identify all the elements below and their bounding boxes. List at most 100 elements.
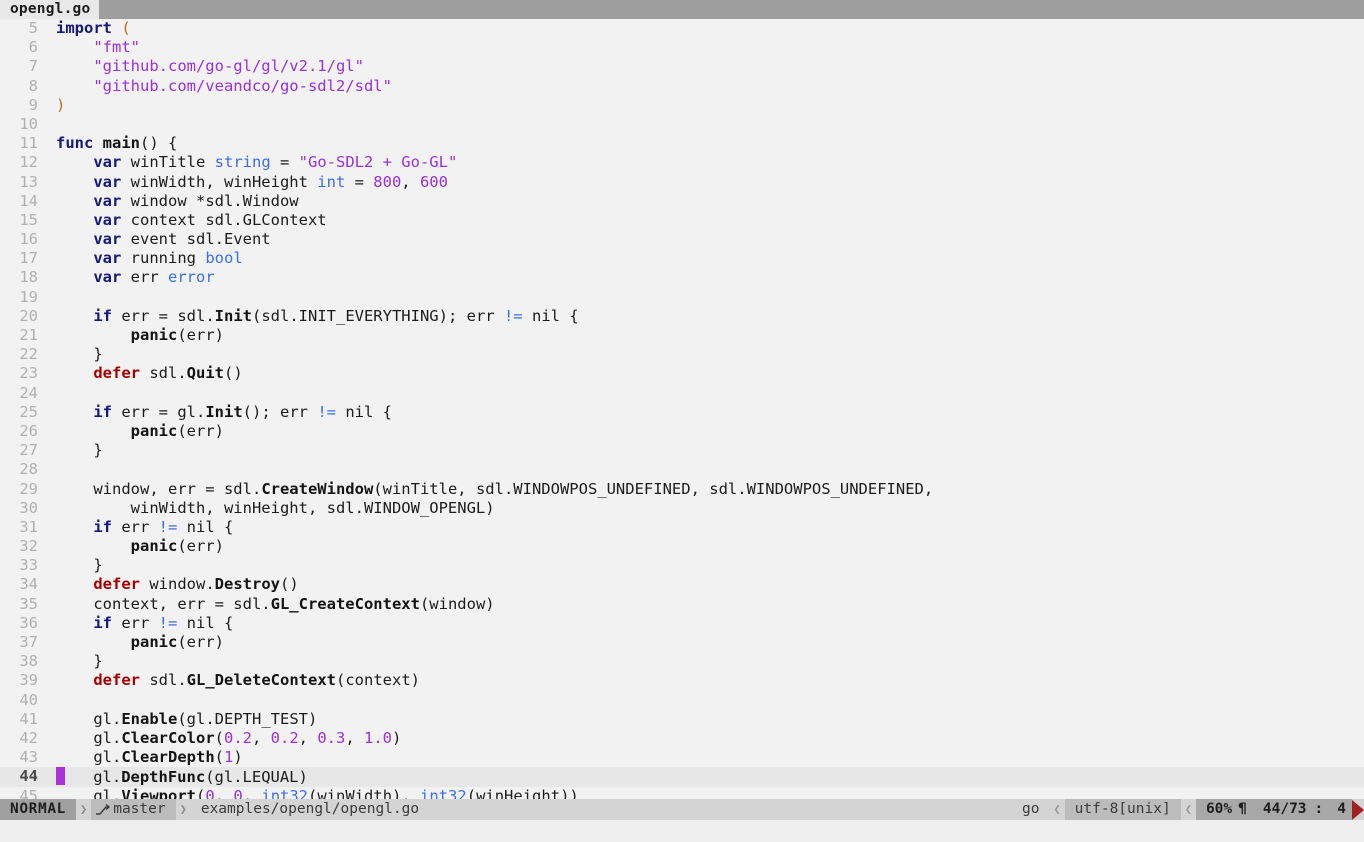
token-kw: var <box>93 172 122 191</box>
command-line[interactable] <box>0 820 1364 842</box>
code-line[interactable]: 33 } <box>0 556 1364 575</box>
code-line[interactable]: 12 var winTitle string = "Go-SDL2 + Go-G… <box>0 153 1364 172</box>
token-par2: ) <box>438 306 448 325</box>
token-pl: winTitle <box>121 153 215 172</box>
token-pl: gl. <box>93 768 122 787</box>
line-number: 38 <box>19 652 38 671</box>
code-line[interactable]: 43 gl.ClearDepth(1) <box>0 748 1364 767</box>
status-separator-2: ❯ <box>179 802 187 816</box>
code-line[interactable]: 24 <box>0 384 1364 403</box>
code-line[interactable]: 25 if err = gl.Init(); err != nil { <box>0 403 1364 422</box>
token-par2: () <box>140 134 159 153</box>
statusline: NORMAL ❯ master ❯ examples/opengl/opengl… <box>0 799 1364 820</box>
token-kw: if <box>93 517 112 536</box>
code-line[interactable]: 45 gl.Viewport(0, 0, int32(winWidth), in… <box>0 787 1364 800</box>
line-content: gl.DepthFunc(gl.LEQUAL) <box>38 767 308 787</box>
code-line[interactable]: 14 var window *sdl.Window <box>0 192 1364 211</box>
code-line[interactable]: 38 } <box>0 652 1364 671</box>
token-str: "fmt" <box>93 38 140 57</box>
token-num: 1.0 <box>364 728 393 747</box>
token-num: 0 <box>205 786 215 800</box>
line-content: if err != nil { <box>38 518 233 537</box>
line-content: var running bool <box>38 249 242 268</box>
code-line[interactable]: 28 <box>0 460 1364 479</box>
code-line[interactable]: 8 "github.com/veandco/go-sdl2/sdl" <box>0 77 1364 96</box>
code-line[interactable]: 17 var running bool <box>0 249 1364 268</box>
code-line[interactable]: 37 panic(err) <box>0 633 1364 652</box>
code-line[interactable]: 42 gl.ClearColor(0.2, 0.2, 0.3, 1.0) <box>0 729 1364 748</box>
code-line[interactable]: 26 panic(err) <box>0 422 1364 441</box>
code-line[interactable]: 34 defer window.Destroy() <box>0 575 1364 594</box>
code-line[interactable]: 36 if err != nil { <box>0 614 1364 633</box>
status-git-branch[interactable]: master <box>91 799 176 820</box>
token-pl: } <box>56 652 103 671</box>
line-content: panic(err) <box>38 326 224 345</box>
token-par2: ) <box>392 786 402 800</box>
token-par2: ) <box>233 748 243 767</box>
code-line[interactable]: 44 gl.DepthFunc(gl.LEQUAL) <box>0 767 1364 787</box>
code-line[interactable]: 20 if err = sdl.Init(sdl.INIT_EVERYTHING… <box>0 307 1364 326</box>
editor-buffer[interactable]: 5 import (6 "fmt" 7 "github.com/go-gl/gl/v… <box>0 19 1364 799</box>
code-line[interactable]: 16 var event sdl.Event <box>0 230 1364 249</box>
token-pl: = <box>345 172 374 191</box>
tabline-filler <box>99 0 1364 19</box>
code-line[interactable]: 29 window, err = sdl.CreateWindow(winTit… <box>0 480 1364 499</box>
code-line[interactable]: 27 } <box>0 441 1364 460</box>
token-num: 600 <box>419 172 448 191</box>
line-number: 29 <box>19 479 38 498</box>
code-line[interactable]: 23 defer sdl.Quit() <box>0 364 1364 383</box>
token-op: != <box>317 402 336 421</box>
code-line[interactable]: 15 var context sdl.GLContext <box>0 211 1364 230</box>
line-number: 31 <box>19 517 38 536</box>
code-line[interactable]: 41 gl.Enable(gl.DEPTH_TEST) <box>0 710 1364 729</box>
code-line[interactable]: 18 var err error <box>0 268 1364 287</box>
tab-opengl-go[interactable]: opengl.go <box>0 0 100 19</box>
line-number: 8 <box>28 76 38 95</box>
token-fn: CreateWindow <box>261 479 374 498</box>
token-pl: } <box>56 345 103 364</box>
token-typ: string <box>214 153 271 172</box>
token-par2: ( <box>177 537 187 556</box>
line-content: window, err = sdl.CreateWindow(winTitle,… <box>38 480 933 499</box>
token-pl: , <box>401 172 420 191</box>
token-pl: sdl. <box>140 671 187 690</box>
code-line[interactable]: 5 import ( <box>0 19 1364 38</box>
line-content: gl.Enable(gl.DEPTH_TEST) <box>38 710 317 729</box>
line-content: func main() { <box>38 134 177 153</box>
code-line[interactable]: 13 var winWidth, winHeight int = 800, 60… <box>0 173 1364 192</box>
line-content: var window *sdl.Window <box>38 192 298 211</box>
token-fn: GL_CreateContext <box>270 594 420 613</box>
code-line[interactable]: 10 <box>0 115 1364 134</box>
line-content: defer sdl.Quit() <box>38 364 242 383</box>
token-fn: ClearColor <box>121 728 215 747</box>
code-line[interactable]: 11 func main() { <box>0 134 1364 153</box>
line-content: gl.ClearDepth(1) <box>38 748 243 767</box>
code-line[interactable]: 39 defer sdl.GL_DeleteContext(context) <box>0 671 1364 690</box>
line-number: 14 <box>19 191 38 210</box>
code-line[interactable]: 7 "github.com/go-gl/gl/v2.1/gl" <box>0 57 1364 76</box>
token-fn: Enable <box>121 709 178 728</box>
line-number: 36 <box>19 613 38 632</box>
status-separator-4: ❮ <box>1184 802 1192 816</box>
code-line[interactable]: 21 panic(err) <box>0 326 1364 345</box>
code-line[interactable]: 31 if err != nil { <box>0 518 1364 537</box>
code-line[interactable]: 30 winWidth, winHeight, sdl.WINDOW_OPENG… <box>0 499 1364 518</box>
code-line[interactable]: 6 "fmt" <box>0 38 1364 57</box>
token-fn: main <box>102 134 140 153</box>
line-number: 24 <box>19 383 38 402</box>
code-line[interactable]: 19 <box>0 288 1364 307</box>
code-line[interactable]: 40 <box>0 691 1364 710</box>
token-kwred: defer <box>93 671 140 690</box>
code-line[interactable]: 35 context, err = sdl.GL_CreateContext(w… <box>0 595 1364 614</box>
code-line[interactable]: 9) <box>0 96 1364 115</box>
token-pl: , <box>401 786 421 800</box>
code-line[interactable]: 32 panic(err) <box>0 537 1364 556</box>
code-line[interactable]: 22 } <box>0 345 1364 364</box>
